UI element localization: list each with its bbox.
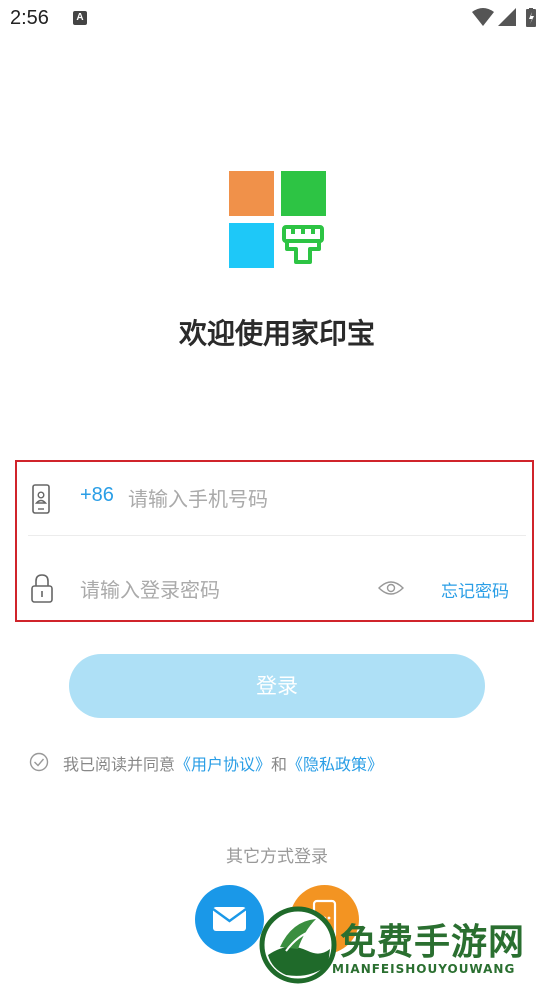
checkbox-icon[interactable] [29,752,49,772]
watermark-subtitle: MIANFEISHOUYOUWANG [332,962,516,976]
agreement-conjunction: 和 [271,755,288,774]
mail-icon [212,907,247,931]
welcome-title: 欢迎使用家印宝 [178,317,375,350]
status-time: 2:56 [10,7,49,29]
other-login-label: 其它方式登录 [226,847,328,867]
font-a-icon: A [73,11,87,25]
password-input[interactable]: 请输入登录密码 [80,574,220,603]
divider [28,535,526,536]
forgot-password-link[interactable]: 忘记密码 [441,577,509,602]
watermark-logo-icon [259,906,337,984]
agreement-text: 我已阅读并同意《用户协议》和《隐私政策》 [63,751,383,775]
watermark: 免费手游网 MIANFEISHOUYOUWANG [258,905,554,984]
mail-login-button[interactable] [195,885,264,954]
phone-number-input[interactable]: 请输入手机号码 [128,483,268,512]
status-bar: 2:56 A [0,0,554,36]
agreement-prefix: 我已阅读并同意 [63,755,176,774]
phone-icon [32,484,50,514]
battery-icon [526,8,536,27]
privacy-policy-link[interactable]: 《隐私政策》 [287,755,383,774]
system-icons [472,8,536,27]
wifi-icon [472,8,494,26]
signal-icon [498,8,516,26]
eye-icon[interactable] [378,578,404,598]
lock-icon [31,574,53,603]
user-agreement-link[interactable]: 《用户协议》 [175,755,271,774]
brush-icon [282,225,324,264]
login-button[interactable]: 登录 [69,654,485,718]
app-logo-icon [229,171,326,268]
country-code-selector[interactable]: +86 [80,484,114,507]
watermark-title: 免费手游网 [340,922,526,963]
